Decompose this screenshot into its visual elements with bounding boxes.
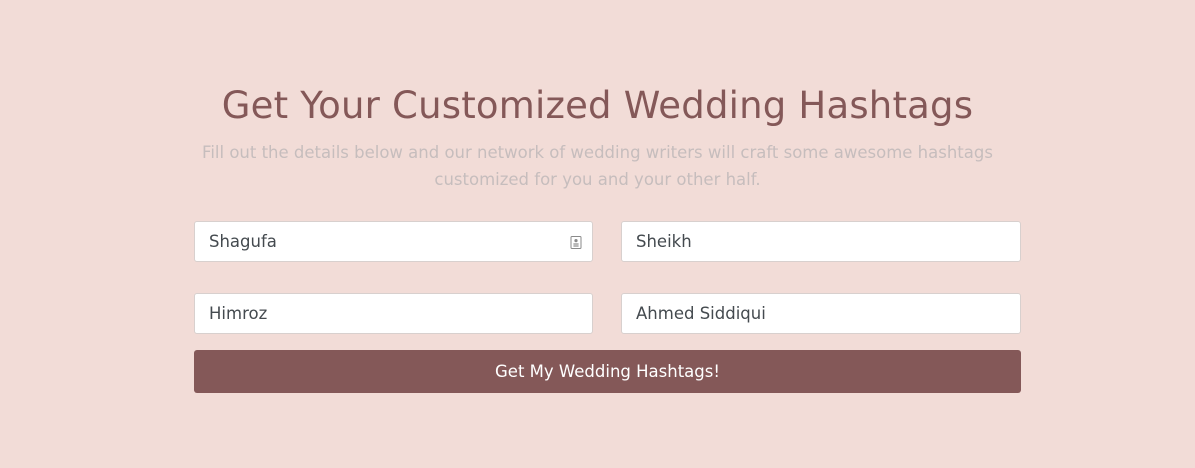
page-subtitle: Fill out the details below and our netwo… xyxy=(202,143,993,189)
partner-name-field[interactable] xyxy=(194,293,593,334)
first-name-field[interactable] xyxy=(194,221,593,262)
first-name-input[interactable] xyxy=(195,222,592,261)
get-hashtags-button[interactable]: Get My Wedding Hashtags! xyxy=(194,350,1021,393)
partner-last-name-field[interactable] xyxy=(621,293,1021,334)
first-last-name-field[interactable] xyxy=(621,221,1021,262)
first-last-name-input[interactable] xyxy=(622,222,1020,261)
page-title: Get Your Customized Wedding Hashtags xyxy=(221,84,974,127)
hashtag-form-page: Get Your Customized Wedding Hashtags Fil… xyxy=(0,0,1195,468)
partner-last-name-input[interactable] xyxy=(622,294,1020,333)
partner-name-input[interactable] xyxy=(195,294,592,333)
contact-card-icon[interactable] xyxy=(570,236,582,249)
